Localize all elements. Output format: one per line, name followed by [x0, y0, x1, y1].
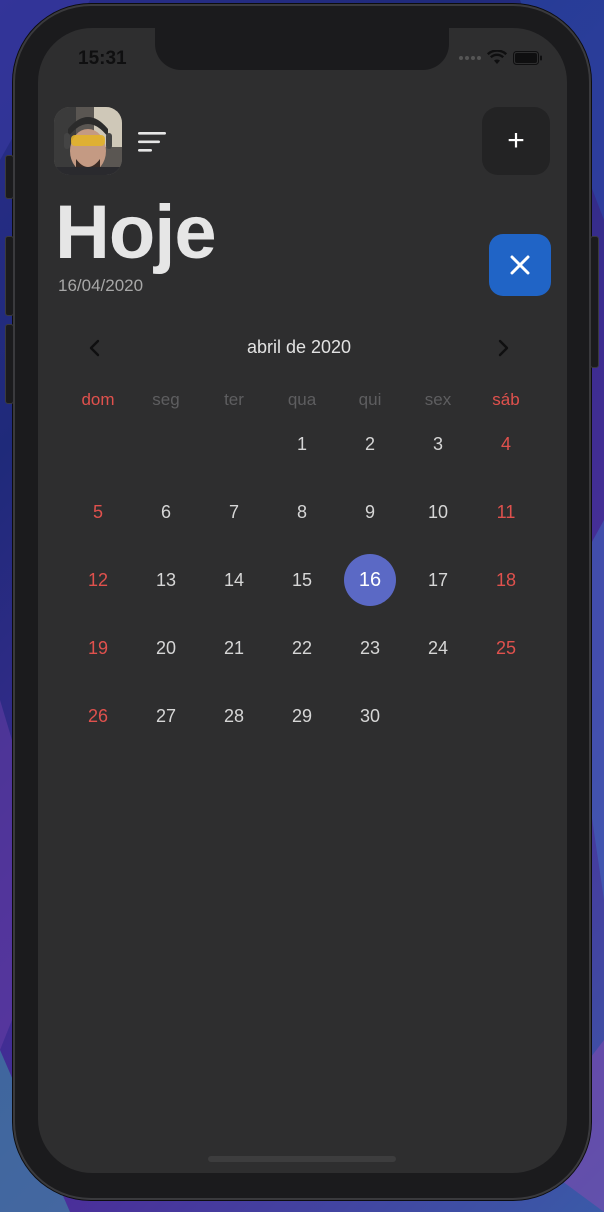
calendar-day[interactable]: 4 [472, 410, 540, 478]
calendar-day-number: 5 [92, 501, 103, 522]
calendar-day[interactable]: 13 [132, 546, 200, 614]
calendar-day-number: 29 [291, 705, 313, 726]
status-time: 15:31 [78, 48, 127, 69]
calendar-day-number: 17 [427, 569, 449, 590]
calendar-day-selected[interactable]: 16 [336, 546, 404, 614]
calendar-day[interactable]: 23 [336, 614, 404, 682]
calendar-day[interactable]: 8 [268, 478, 336, 546]
signal-icon [459, 55, 481, 60]
calendar-day[interactable]: 27 [132, 682, 200, 750]
calendar-blank-cell [200, 410, 268, 478]
calendar-day[interactable]: 1 [268, 410, 336, 478]
status-icons [459, 50, 543, 65]
calendar-day[interactable]: 24 [404, 614, 472, 682]
calendar-day-number: 1 [296, 433, 307, 454]
weekday-header: dom seg ter qua qui sex sáb [64, 388, 540, 412]
avatar[interactable] [54, 107, 122, 175]
calendar-day-number: 13 [155, 569, 177, 590]
weekday-label: ter [224, 390, 244, 409]
calendar-month-label: abril de 2020 [246, 337, 352, 357]
calendar-day[interactable]: 9 [336, 478, 404, 546]
calendar-day[interactable]: 25 [472, 614, 540, 682]
calendar-day-number: 26 [87, 705, 109, 726]
calendar-day[interactable]: 30 [336, 682, 404, 750]
weekday-label: qui [358, 390, 382, 409]
calendar-day-number: 23 [359, 637, 381, 658]
calendar-day[interactable]: 29 [268, 682, 336, 750]
calendar-header: abril de 2020 [78, 334, 520, 362]
add-button[interactable]: + [482, 107, 550, 175]
calendar-day-number: 16 [344, 554, 396, 606]
calendar-day-number: 21 [223, 637, 245, 658]
calendar-day-number: 20 [155, 637, 177, 658]
calendar-day-number: 27 [155, 705, 177, 726]
calendar-day-number: 24 [427, 637, 449, 658]
calendar-day-number: 22 [291, 637, 313, 658]
calendar-day-number: 15 [291, 569, 313, 590]
calendar-blank-cell [64, 410, 132, 478]
weekday-label: sex [424, 390, 452, 409]
calendar-day-number: 10 [427, 501, 449, 522]
calendar-day[interactable]: 19 [64, 614, 132, 682]
calendar-day[interactable]: 28 [200, 682, 268, 750]
calendar-day-number: 7 [228, 501, 239, 522]
plus-icon: + [507, 124, 525, 157]
calendar-day-number: 2 [364, 433, 375, 454]
close-button[interactable] [489, 234, 551, 296]
calendar-day[interactable]: 5 [64, 478, 132, 546]
calendar-day-number: 19 [87, 637, 109, 658]
calendar-day-number: 6 [160, 501, 171, 522]
calendar-day-number: 14 [223, 569, 245, 590]
notch [155, 28, 449, 70]
calendar-day[interactable]: 12 [64, 546, 132, 614]
page-title: Hoje [55, 190, 217, 275]
weekday-label: sáb [492, 390, 520, 409]
calendar-blank-cell [132, 410, 200, 478]
close-icon [510, 255, 530, 275]
sort-lines-icon[interactable] [138, 132, 168, 154]
calendar-day[interactable]: 20 [132, 614, 200, 682]
calendar-day[interactable]: 3 [404, 410, 472, 478]
calendar-day[interactable]: 21 [200, 614, 268, 682]
volume-down-button [5, 324, 14, 404]
calendar-day[interactable]: 7 [200, 478, 268, 546]
avatar-photo [54, 107, 122, 175]
side-button [5, 155, 14, 199]
calendar-day-number: 28 [223, 705, 245, 726]
calendar-day-number: 9 [364, 501, 375, 522]
calendar-day[interactable]: 2 [336, 410, 404, 478]
page-date: 16/04/2020 [58, 276, 144, 295]
chevron-right-icon[interactable] [496, 338, 510, 358]
calendar-day-number: 30 [359, 705, 381, 726]
app-screen: 15:31 + Hoje 16/04/2020 abril de 2020 do… [38, 28, 567, 1173]
weekday-label: seg [152, 390, 180, 409]
calendar-day[interactable]: 26 [64, 682, 132, 750]
calendar-day-number: 18 [495, 569, 517, 590]
wifi-icon [487, 50, 507, 64]
calendar-day[interactable]: 17 [404, 546, 472, 614]
calendar-day[interactable]: 11 [472, 478, 540, 546]
calendar-days-grid: 1 2 3 4 5 6 7 8 9 10 11 12 13 14 15 16 17 18 19 20 21 22 23 24 2… [64, 410, 540, 750]
weekday-label: dom [81, 390, 115, 409]
calendar-day-number: 25 [495, 637, 517, 658]
calendar-day[interactable]: 18 [472, 546, 540, 614]
weekday-label: qua [287, 390, 317, 409]
home-indicator[interactable] [208, 1156, 396, 1162]
calendar-day-number: 4 [500, 433, 511, 454]
calendar-day[interactable]: 10 [404, 478, 472, 546]
calendar-day[interactable]: 22 [268, 614, 336, 682]
calendar-day-number: 3 [432, 433, 443, 454]
calendar-day-number: 11 [496, 501, 516, 522]
calendar-day-number: 8 [296, 501, 307, 522]
calendar-day[interactable]: 15 [268, 546, 336, 614]
calendar-day-number: 12 [87, 569, 109, 590]
power-button [590, 236, 599, 368]
volume-up-button [5, 236, 14, 316]
battery-icon [513, 50, 542, 65]
calendar-day[interactable]: 14 [200, 546, 268, 614]
calendar-day[interactable]: 6 [132, 478, 200, 546]
